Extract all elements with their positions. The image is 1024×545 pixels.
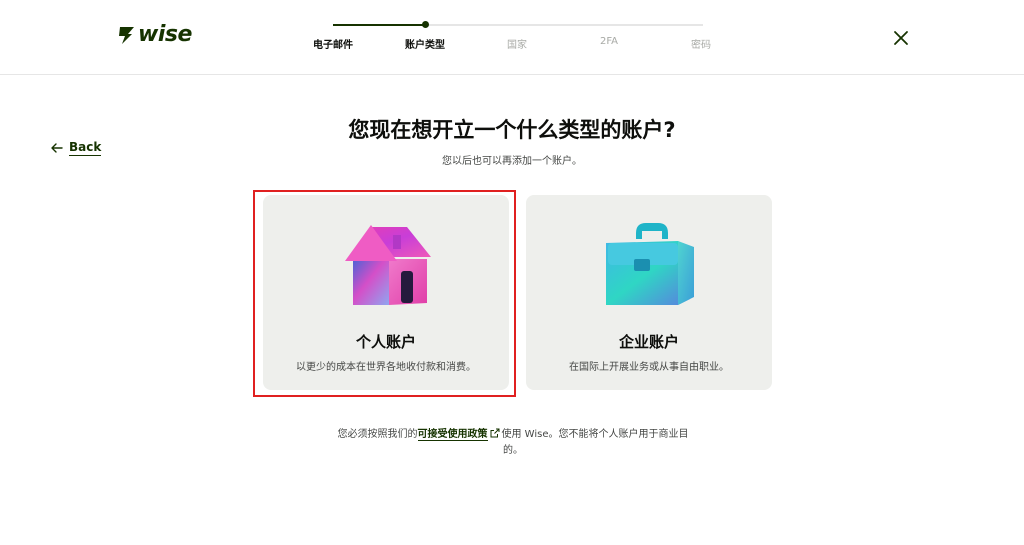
acceptable-use-policy-link[interactable]: 可接受使用政策 — [417, 429, 488, 441]
personal-account-card[interactable]: 个人账户 以更少的成本在世界各地收付款和消费。 — [263, 195, 509, 390]
business-card-description: 在国际上开展业务或从事自由职业。 — [569, 362, 729, 373]
page-title: 您现在想开立一个什么类型的账户? — [348, 118, 676, 142]
step-password: 密码 — [691, 40, 711, 51]
logo-text: wise — [138, 22, 192, 47]
house-icon — [345, 225, 431, 305]
top-bar: wise 电子邮件 账户类型 国家 2FA 密码 — [0, 0, 1024, 75]
wise-flag-icon — [119, 26, 134, 44]
policy-prefix: 您必须按照我们的 — [337, 429, 418, 440]
business-account-card[interactable]: 企业账户 在国际上开展业务或从事自由职业。 — [526, 195, 772, 390]
progress-stepper: 电子邮件 账户类型 国家 2FA 密码 — [306, 21, 736, 62]
business-card-title: 企业账户 — [618, 333, 679, 351]
step-account-type: 账户类型 — [405, 40, 445, 51]
stepper-track-fill — [333, 24, 425, 26]
external-link-icon — [490, 428, 499, 438]
close-icon[interactable] — [890, 27, 912, 49]
step-country: 国家 — [507, 40, 527, 51]
wise-logo[interactable]: wise — [116, 22, 192, 47]
step-2fa: 2FA — [599, 36, 619, 47]
stepper-current-dot — [422, 21, 429, 28]
personal-card-title: 个人账户 — [355, 333, 416, 351]
personal-card-description: 以更少的成本在世界各地收付款和消费。 — [296, 362, 476, 373]
briefcase-icon — [606, 223, 694, 305]
step-email: 电子邮件 — [313, 40, 353, 51]
page-subtitle: 您以后也可以再添加一个账户。 — [442, 156, 582, 167]
usage-policy-note: 您必须按照我们的可接受使用政策 使用 Wise。您不能将个人账户用于商业目的。 — [330, 427, 696, 459]
policy-suffix: 使用 Wise。您不能将个人账户用于商业目的。 — [501, 429, 689, 456]
